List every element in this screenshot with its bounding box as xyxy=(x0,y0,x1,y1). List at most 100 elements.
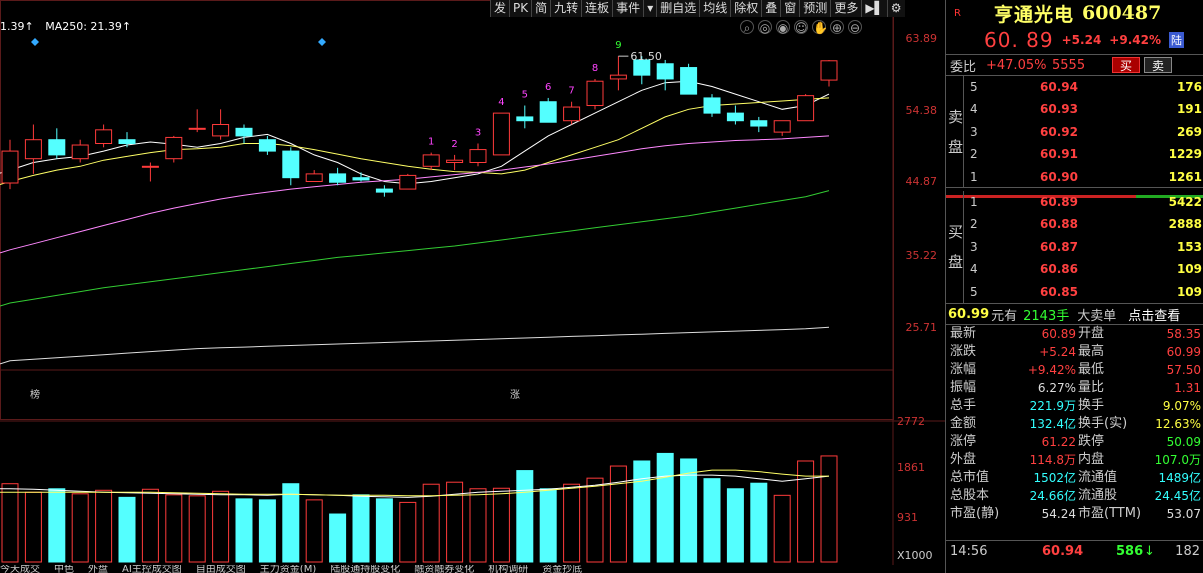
hand-icon[interactable]: ✋ xyxy=(812,20,828,35)
candle-body[interactable] xyxy=(258,139,276,152)
zoom-out-icon[interactable]: ⊕ xyxy=(830,20,844,35)
stock-code: 600487 xyxy=(1082,2,1162,24)
ask-level-row[interactable]: 5 60.94 176 xyxy=(968,76,1202,98)
bid-level-row[interactable]: 2 60.88 2888 xyxy=(968,213,1202,235)
indicator-tab[interactable]: 中色 xyxy=(54,565,74,573)
indicator-tab[interactable]: 融资融券变化 xyxy=(414,565,474,573)
toolbar-item[interactable]: 叠 xyxy=(761,0,780,17)
toolbar-item[interactable]: 事件 xyxy=(612,0,643,17)
view-details-link[interactable]: 点击查看 xyxy=(1128,305,1180,324)
indicator-tab[interactable]: 主力资金(M) xyxy=(260,565,316,573)
limit-up-marker[interactable]: 涨 xyxy=(510,386,520,401)
candle-body[interactable] xyxy=(305,173,323,182)
ask-level-row[interactable]: 1 60.90 1261 xyxy=(968,166,1202,188)
toolbar-item[interactable]: 均线 xyxy=(699,0,730,17)
event-diamond-icon[interactable] xyxy=(318,38,326,46)
candle-body[interactable] xyxy=(609,74,627,80)
candle-body[interactable] xyxy=(235,127,253,137)
candle-body[interactable] xyxy=(399,174,417,190)
stat-value: 9.07% xyxy=(1162,399,1201,413)
toolbar-item[interactable]: 连板 xyxy=(581,0,612,17)
indicator-tab[interactable]: 今天成交 xyxy=(0,565,40,573)
ask-level-row[interactable]: 3 60.92 269 xyxy=(968,121,1202,143)
volume-chart[interactable] xyxy=(0,420,945,565)
event-diamond-icon[interactable] xyxy=(31,38,39,46)
candle-body[interactable] xyxy=(726,112,744,122)
toolbar-item[interactable]: ⚙ xyxy=(886,0,905,17)
ratio-percent: +47.05% xyxy=(986,57,1047,73)
indicator-tab[interactable]: 外盘 xyxy=(88,565,108,573)
buy-button[interactable]: 买 xyxy=(1112,57,1140,73)
candle-body[interactable] xyxy=(375,188,393,193)
candle-body[interactable] xyxy=(329,173,347,183)
ranking-marker[interactable]: 榜 xyxy=(30,386,40,401)
indicator-tab[interactable]: 机构调研 xyxy=(488,565,528,573)
candle-body[interactable] xyxy=(141,165,159,168)
eye-icon[interactable]: ◉ xyxy=(776,20,790,35)
candle-body[interactable] xyxy=(165,136,183,160)
candle-body[interactable] xyxy=(773,120,791,133)
toolbar-item[interactable]: 简 xyxy=(531,0,550,17)
ask-level-row[interactable]: 4 60.93 191 xyxy=(968,98,1202,120)
indicator-tab[interactable]: 陆股通持股变化 xyxy=(330,565,400,573)
toolbar-item[interactable]: 更多 xyxy=(830,0,861,17)
candle-body[interactable] xyxy=(586,80,604,107)
toolbar-item[interactable]: 九转 xyxy=(550,0,581,17)
candle-body[interactable] xyxy=(469,149,487,163)
candle-body[interactable] xyxy=(703,97,721,114)
big-order-row: 60.99 元有 2143手 大卖单 点击查看 xyxy=(946,303,1203,325)
toolbar-item[interactable]: PK xyxy=(509,0,531,17)
candle-body[interactable] xyxy=(118,139,136,145)
candle-body[interactable] xyxy=(95,129,113,145)
candle-body[interactable] xyxy=(516,116,534,122)
candle-body[interactable] xyxy=(48,139,66,156)
candle-body[interactable] xyxy=(492,112,510,156)
candle-body[interactable] xyxy=(750,120,768,127)
candle-body[interactable] xyxy=(1,150,19,184)
sell-button[interactable]: 卖 xyxy=(1144,57,1172,73)
indicator-tab[interactable]: AI主控成交图 xyxy=(122,565,182,573)
stat-value: 54.24 xyxy=(1041,507,1076,521)
candle-body[interactable] xyxy=(797,95,815,122)
sequence-count-label: 8 xyxy=(592,63,598,74)
candle-body[interactable] xyxy=(24,139,42,160)
bid-price: 60.85 xyxy=(1040,284,1078,299)
face-icon[interactable]: ☺ xyxy=(794,20,808,35)
indicator-tab[interactable]: 自由成交图 xyxy=(196,565,246,573)
ask-volume: 1261 xyxy=(1168,169,1202,184)
candle-body[interactable] xyxy=(422,154,440,167)
toolbar-item[interactable]: ▾ xyxy=(643,0,656,17)
toolbar-item[interactable]: 发 xyxy=(490,0,509,17)
candle-body[interactable] xyxy=(680,67,698,95)
toolbar-item[interactable]: 除权 xyxy=(730,0,761,17)
ask-level-row[interactable]: 2 60.91 1229 xyxy=(968,143,1202,165)
price-chart[interactable]: 1 2 3 4 5 6 7 8 9 61.50 xyxy=(0,0,945,420)
minus-icon[interactable]: ⊖ xyxy=(848,20,862,35)
toolbar-item[interactable]: ▶▌ xyxy=(861,0,886,17)
candle-body[interactable] xyxy=(188,127,206,130)
stat-row: 总市值 1502亿 流通值 1489亿 xyxy=(946,469,1203,487)
kline-chart-panel[interactable]: 1 2 3 4 5 6 7 8 9 61.50 发 PK 简九转 连板 事件 ▾ 删自选 均线 除权叠窗预测 更多 ▶… xyxy=(0,0,945,573)
candle-body[interactable] xyxy=(212,124,230,137)
candle-body[interactable] xyxy=(71,144,89,160)
ask-level: 1 xyxy=(970,169,978,184)
candle-body[interactable] xyxy=(656,63,674,80)
ask-volume: 176 xyxy=(1176,80,1202,94)
toolbar-item[interactable]: 预测 xyxy=(799,0,830,17)
bid-level-row[interactable]: 4 60.86 109 xyxy=(968,258,1202,280)
candle-body[interactable] xyxy=(446,159,464,163)
candle-body[interactable] xyxy=(352,177,370,181)
candle-body[interactable] xyxy=(539,101,557,123)
bid-level-row[interactable]: 5 60.85 109 xyxy=(968,281,1202,303)
candle-body[interactable] xyxy=(282,150,300,179)
bid-level-row[interactable]: 1 60.89 5422 xyxy=(968,191,1202,213)
toolbar-item[interactable]: 删自选 xyxy=(656,0,699,17)
indicator-tab[interactable]: 资金抄底 xyxy=(542,565,582,573)
sell-side-char: 盘 xyxy=(948,138,964,156)
bid-level-row[interactable]: 3 60.87 153 xyxy=(968,236,1202,258)
candle-body[interactable] xyxy=(563,106,581,122)
candle-body[interactable] xyxy=(820,60,838,81)
toolbar-item[interactable]: 窗 xyxy=(780,0,799,17)
zoom-in-icon[interactable]: ◎ xyxy=(758,20,772,35)
search-icon[interactable]: ⌕ xyxy=(740,20,754,35)
